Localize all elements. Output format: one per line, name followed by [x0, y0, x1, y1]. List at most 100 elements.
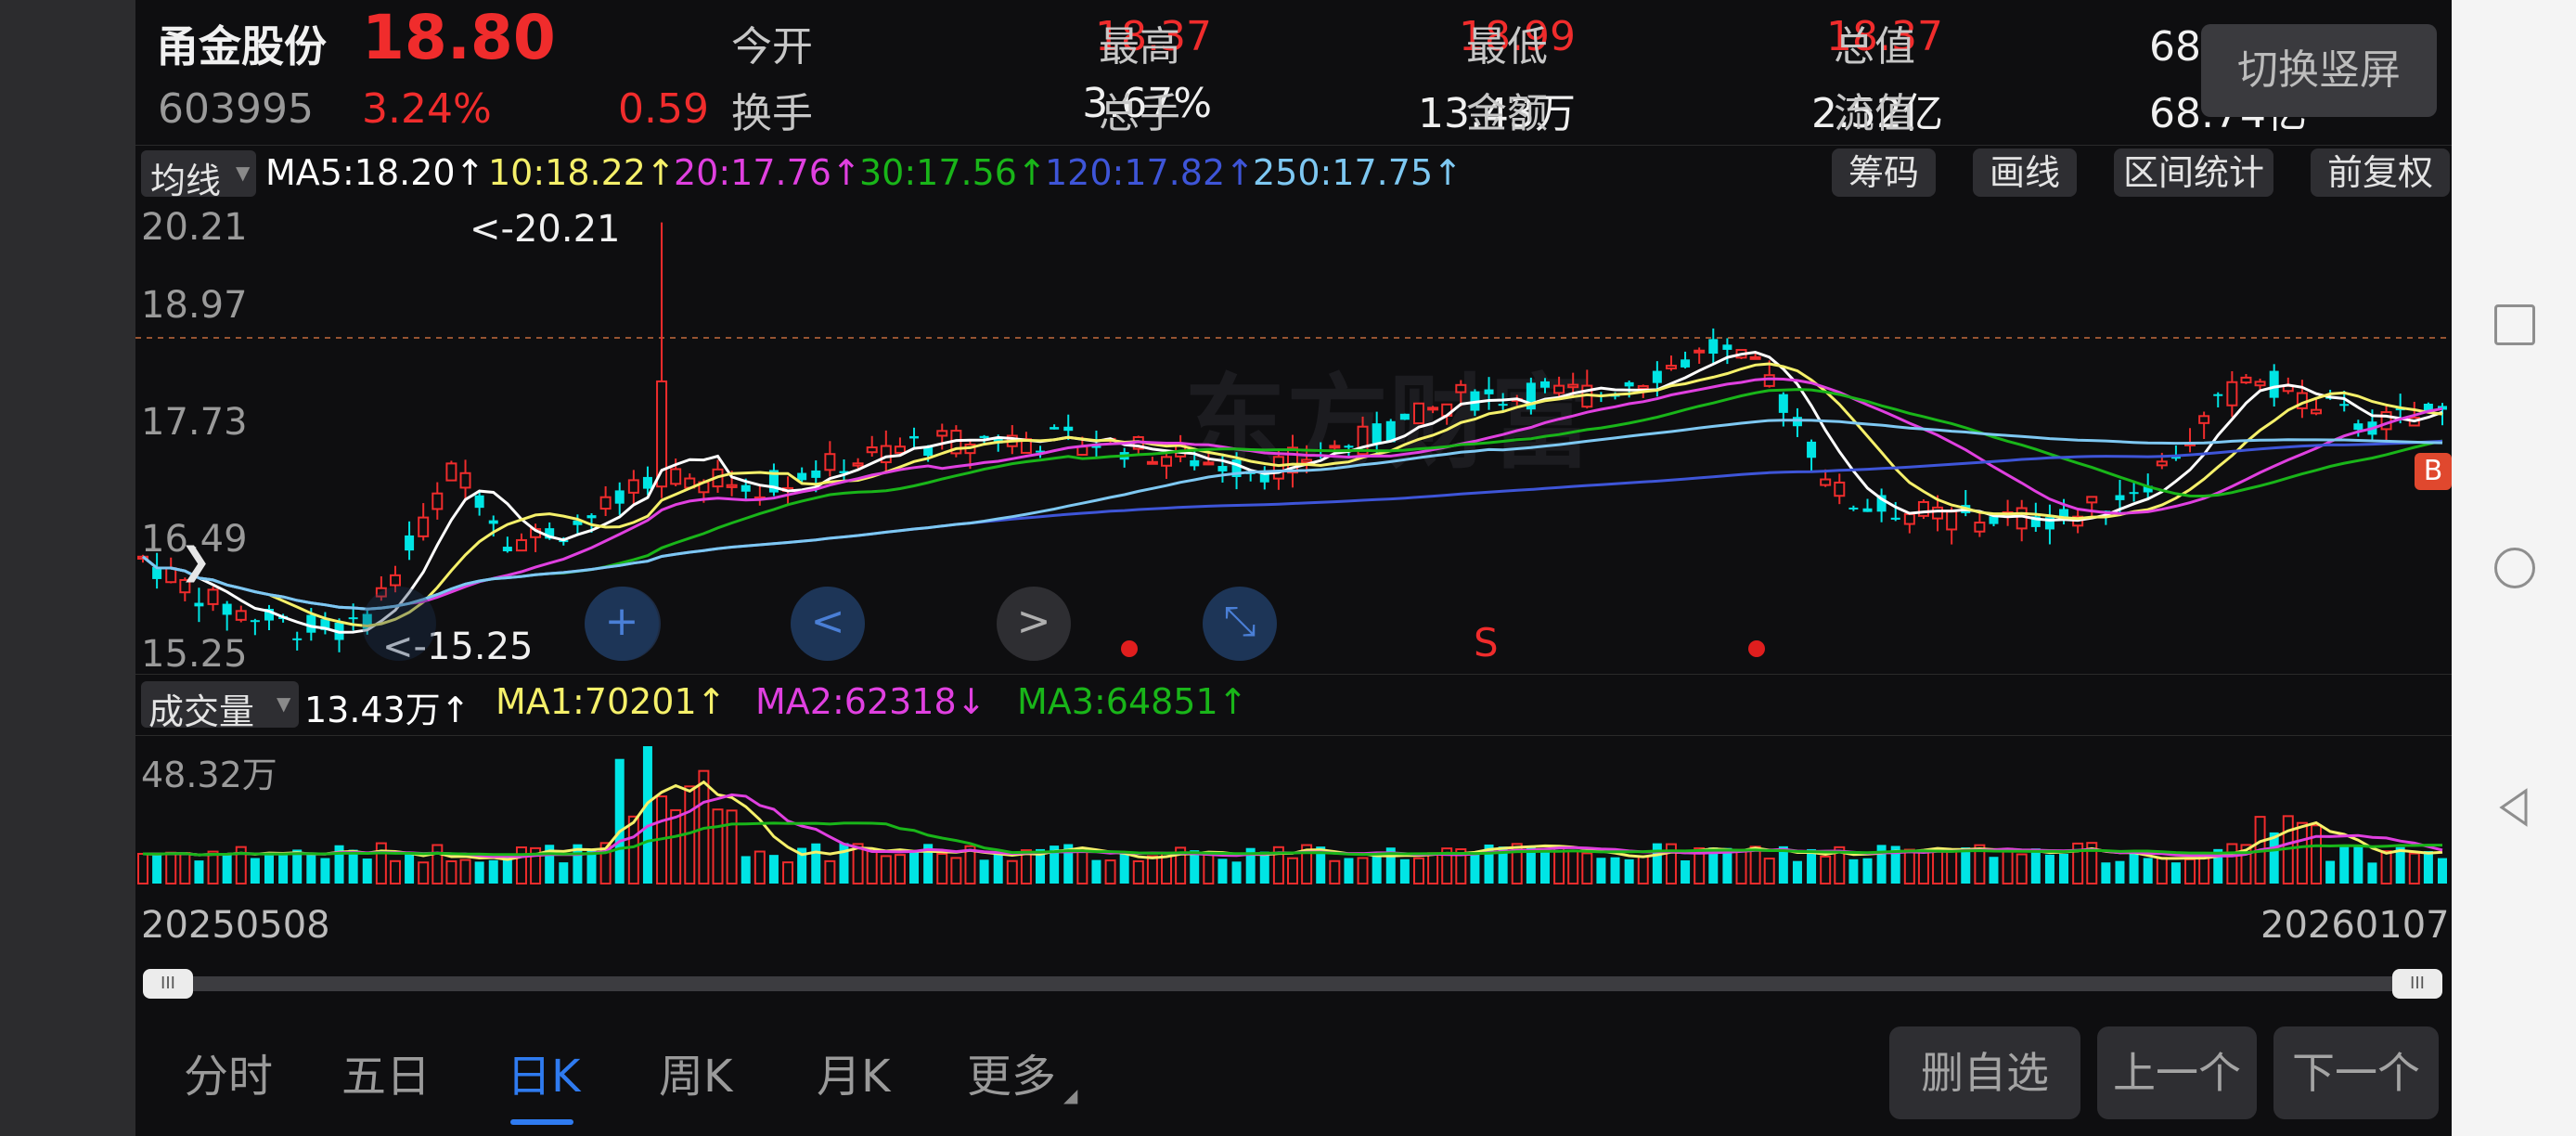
- remove-watchlist-button[interactable]: 删自选: [1889, 1026, 2080, 1119]
- more-corner-icon: ◢: [1063, 1084, 1078, 1106]
- tab-intraday[interactable]: 分时: [184, 1039, 273, 1104]
- volume-bar: [880, 855, 892, 885]
- volume-bar: [1961, 847, 1971, 884]
- candle-body: [1890, 517, 1900, 520]
- volume-bar: [137, 852, 148, 884]
- ma250-value: 250:17.75↑: [1253, 152, 1462, 193]
- volume-bar: [207, 850, 219, 884]
- volume-bar: [2367, 862, 2377, 884]
- candle-body: [726, 484, 738, 488]
- ma120-value: 120:17.82↑: [1045, 152, 1255, 193]
- candle-body: [1399, 413, 1410, 420]
- amount-label: 金额: [1466, 90, 1548, 137]
- active-tab-indicator: [510, 1119, 573, 1125]
- candle-body: [909, 435, 920, 439]
- candle-body: [824, 453, 836, 471]
- range-scrollbar[interactable]: [143, 976, 2439, 991]
- scrollbar-left-handle[interactable]: III: [143, 969, 193, 999]
- scrollbar-right-handle[interactable]: III: [2392, 969, 2442, 999]
- volume-selector[interactable]: 成交量 ▼: [141, 681, 299, 732]
- volume-bar: [306, 854, 316, 884]
- switch-portrait-button[interactable]: 切换竖屏: [2201, 24, 2437, 117]
- volume-bar: [152, 854, 162, 884]
- tab-weekly-k[interactable]: 周K: [659, 1039, 732, 1104]
- divider: [135, 674, 2452, 675]
- candle-body: [515, 538, 527, 552]
- candle-body: [1484, 389, 1494, 394]
- ma-selector[interactable]: 均线 ▼: [141, 150, 256, 201]
- volume-bar: [2059, 853, 2069, 884]
- tab-daily-k[interactable]: 日K: [507, 1039, 580, 1104]
- next-stock-button[interactable]: 下一个: [2273, 1026, 2439, 1119]
- candlestick-chart[interactable]: 东方财富: [135, 199, 2452, 676]
- volume-bar: [894, 854, 906, 884]
- scroll-right-button[interactable]: >: [997, 587, 1071, 661]
- candle-body: [502, 547, 512, 552]
- volume-ma-line: [142, 821, 2442, 857]
- volume-bar: [1146, 855, 1158, 884]
- volume-bar: [1287, 857, 1298, 885]
- candle-body: [599, 496, 612, 510]
- candle-body: [222, 603, 232, 615]
- nav-dimmed-button[interactable]: [362, 587, 436, 661]
- zoom-in-button[interactable]: +: [585, 587, 659, 661]
- recents-icon[interactable]: [2494, 304, 2535, 345]
- left-inset: [0, 0, 135, 1136]
- candle-body: [1974, 522, 1986, 533]
- volume-bar: [979, 859, 989, 884]
- shrink-button[interactable]: ⤡: [1203, 587, 1277, 661]
- candle-body: [1932, 506, 1944, 520]
- volume-bar: [250, 858, 260, 884]
- range-stats-button[interactable]: 区间统计: [2114, 148, 2273, 197]
- ma5-value: MA5:18.20↑: [265, 152, 485, 193]
- volume-bar: [2030, 848, 2041, 884]
- tab-more[interactable]: 更多: [967, 1039, 1056, 1104]
- expand-left-icon[interactable]: ❯: [180, 540, 212, 583]
- candle-body: [1778, 394, 1788, 413]
- volume-bar: [2156, 857, 2168, 884]
- volume-bar: [362, 858, 372, 884]
- volume-bar: [866, 849, 878, 885]
- candle-body: [250, 620, 260, 623]
- volume-bar: [278, 853, 289, 884]
- chips-button[interactable]: 筹码: [1832, 148, 1936, 197]
- volume-bar: [2311, 824, 2323, 884]
- volume-bar: [559, 862, 569, 884]
- back-icon[interactable]: [2494, 787, 2535, 828]
- stock-name: 甬金股份: [156, 21, 327, 71]
- adjust-button[interactable]: 前复权: [2311, 148, 2450, 197]
- volume-bar: [1862, 858, 1873, 884]
- sell-signal: S: [1474, 620, 1499, 665]
- home-icon[interactable]: [2494, 548, 2535, 588]
- candle-body: [1749, 355, 1761, 360]
- plus-icon: +: [604, 598, 639, 645]
- high-marker: <-20.21: [470, 208, 621, 251]
- tab-five-day[interactable]: 五日: [341, 1039, 431, 1104]
- volume-bar: [726, 809, 738, 884]
- volume-bar: [445, 859, 457, 884]
- volume-chart[interactable]: [135, 737, 2452, 891]
- volume-bar: [1399, 858, 1410, 884]
- volume-bar: [1567, 849, 1579, 884]
- candle-body: [1903, 512, 1915, 525]
- candle-body: [1637, 384, 1649, 390]
- price-tick-2: 18.97: [141, 284, 248, 327]
- candle-body: [1427, 407, 1439, 411]
- volume-bar: [1946, 848, 1958, 884]
- candle-body: [2240, 376, 2252, 384]
- candle-body: [1272, 456, 1284, 480]
- candle-body: [811, 470, 821, 478]
- volume-bar: [642, 746, 652, 884]
- volume-bar: [2044, 854, 2054, 884]
- volume-bar: [1104, 859, 1116, 885]
- vol-ma1: MA1:70201↑: [496, 681, 727, 722]
- scroll-left-button[interactable]: <: [791, 587, 865, 661]
- candle-body: [1763, 374, 1775, 387]
- tab-monthly-k[interactable]: 月K: [817, 1039, 890, 1104]
- previous-stock-button[interactable]: 上一个: [2097, 1026, 2257, 1119]
- candle-body: [1455, 383, 1467, 394]
- candle-body: [670, 468, 682, 485]
- volume-label: 总手: [1099, 90, 1180, 137]
- draw-line-button[interactable]: 画线: [1973, 148, 2077, 197]
- vol-ma3: MA3:64851↑: [1017, 681, 1248, 722]
